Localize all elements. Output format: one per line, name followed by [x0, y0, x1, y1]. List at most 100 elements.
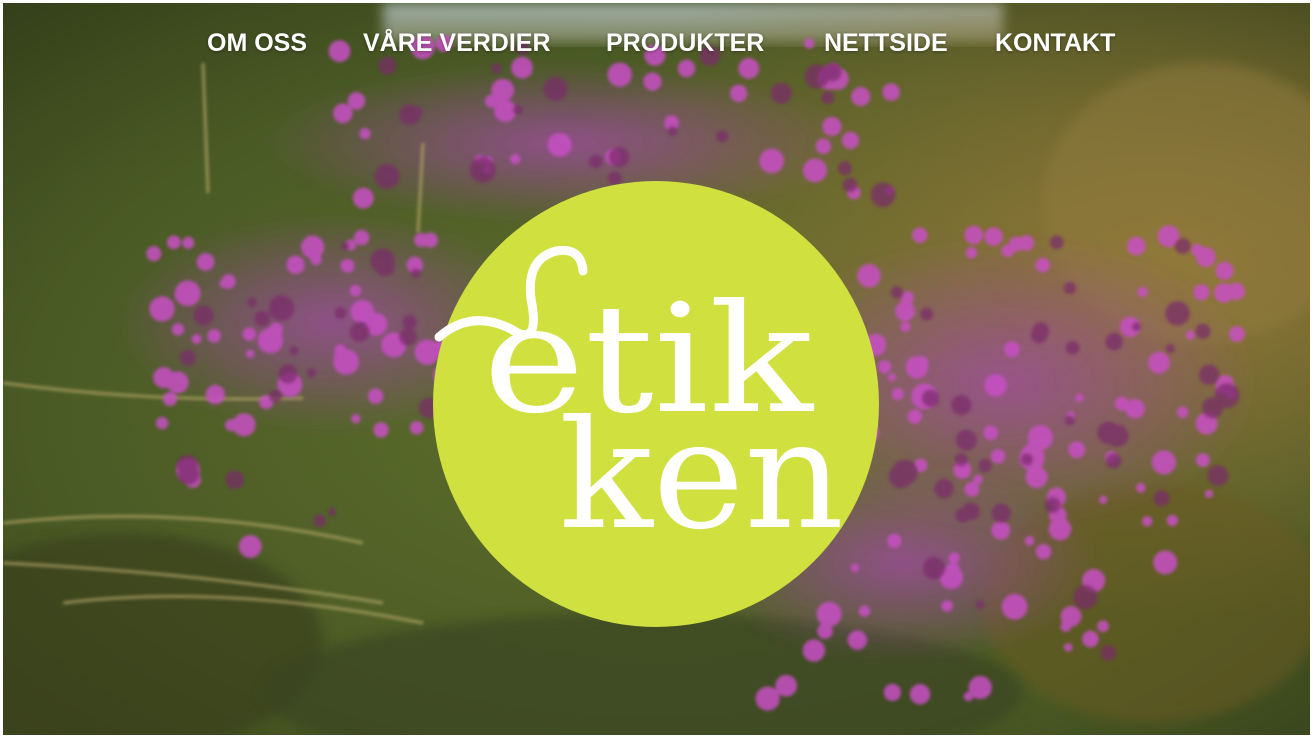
flower-blossom: [1151, 450, 1176, 475]
etikken-logo[interactable]: etik ken: [431, 179, 881, 629]
flower-blossom: [955, 507, 971, 523]
flower-blossom: [1001, 244, 1015, 258]
flower-blossom: [238, 535, 262, 558]
flower-blossom: [1204, 489, 1214, 498]
flower-blossom: [353, 229, 370, 246]
flower-blossom: [900, 321, 911, 332]
flower-blossom: [1099, 495, 1108, 504]
flower-blossom: [1082, 630, 1099, 648]
flower-blossom: [1068, 441, 1086, 459]
flower-blossom: [955, 429, 977, 451]
nav-link-produkter[interactable]: PRODUKTER: [606, 27, 764, 59]
flower-blossom: [373, 422, 389, 438]
nav-link-nettside[interactable]: NETTSIDE: [824, 27, 948, 59]
flower-blossom: [887, 373, 896, 382]
flower-blossom: [921, 389, 940, 407]
flower-blossom: [191, 334, 202, 345]
flower-blossom: [402, 314, 417, 330]
flower-blossom: [802, 639, 826, 662]
flower-blossom: [221, 274, 236, 289]
flower-blossom: [822, 116, 842, 137]
flower-blossom: [1165, 301, 1190, 326]
flower-blossom: [306, 368, 317, 378]
flower-blossom: [847, 630, 868, 650]
flower-blossom: [909, 683, 931, 705]
flower-blossom: [1135, 483, 1146, 493]
flower-blossom: [1227, 282, 1246, 301]
flower-blossom: [340, 241, 350, 250]
flower-blossom: [729, 84, 748, 103]
flower-blossom: [207, 329, 221, 343]
flower-blossom: [907, 409, 922, 424]
flower-blossom: [991, 520, 1011, 540]
flower-blossom: [245, 349, 255, 358]
flower-blossom: [920, 307, 934, 321]
flower-blossom: [491, 78, 515, 102]
flower-blossom: [313, 514, 327, 528]
flower-blossom: [242, 327, 257, 341]
flower-blossom: [1105, 332, 1123, 351]
flower-blossom: [286, 255, 305, 274]
flower-blossom: [179, 349, 196, 366]
flower-blossom: [1195, 323, 1211, 339]
flower-blossom: [149, 296, 175, 322]
flower-blossom: [310, 253, 322, 266]
flower-blossom: [643, 72, 662, 91]
flower-blossom: [755, 686, 780, 711]
flower-blossom: [1044, 497, 1061, 514]
flower-blossom: [1166, 514, 1179, 527]
flower-blossom: [991, 503, 1011, 523]
flower-blossom: [411, 268, 421, 279]
logo-text-line2: ken: [559, 389, 844, 563]
flower-blossom: [1004, 341, 1020, 358]
flower-blossom: [512, 104, 523, 115]
flower-blossom: [667, 126, 678, 136]
flower-blossom: [883, 683, 902, 702]
flower-blossom: [171, 323, 185, 336]
flower-blossom: [359, 128, 371, 140]
flower-blossom: [1193, 284, 1210, 301]
flower-blossom: [399, 327, 417, 346]
flower-blossom: [409, 420, 424, 435]
flower-blossom: [269, 322, 283, 337]
flower-blossom: [1132, 322, 1141, 332]
flower-blossom: [984, 374, 1007, 397]
flower-blossom: [1097, 620, 1109, 633]
flower-blossom: [1073, 585, 1098, 610]
flower-blossom: [922, 557, 946, 580]
flower-blossom: [1035, 257, 1050, 273]
flower-blossom: [1001, 593, 1028, 620]
nav-link-om-oss[interactable]: OM OSS: [207, 27, 307, 59]
flower-blossom: [965, 247, 978, 259]
flower-blossom: [340, 258, 355, 273]
flower-blossom: [895, 301, 916, 322]
flower-blossom: [941, 600, 953, 612]
flower-blossom: [349, 321, 370, 342]
flower-blossom: [205, 384, 226, 405]
flower-blossom: [775, 674, 798, 697]
flower-blossom: [975, 600, 985, 609]
flower-blossom: [1141, 516, 1153, 527]
flower-blossom: [547, 132, 572, 157]
flower-blossom: [1228, 326, 1245, 342]
flower-blossom: [351, 414, 361, 424]
flower-blossom: [327, 507, 337, 517]
flower-blossom: [289, 346, 299, 355]
nav-link-kontakt[interactable]: KONTAKT: [995, 27, 1115, 59]
flower-blossom: [767, 151, 782, 166]
flower-blossom: [193, 305, 214, 326]
flower-blossom: [1097, 421, 1120, 445]
nav-link-vare-verdier[interactable]: VÅRE VERDIER: [363, 27, 551, 59]
flower-blossom: [978, 458, 992, 473]
flower-blossom: [374, 163, 400, 189]
flower-blossom: [1174, 238, 1191, 255]
flower-blossom: [510, 153, 521, 165]
flower-blossom: [1127, 236, 1146, 256]
flower-blossom: [347, 92, 366, 110]
flower-blossom: [1153, 550, 1178, 575]
flower-blossom: [1065, 340, 1080, 355]
flower-blossom: [1176, 406, 1189, 418]
flower-blossom: [146, 246, 162, 262]
flower-blossom: [1063, 281, 1077, 295]
flower-blossom: [1035, 543, 1052, 560]
